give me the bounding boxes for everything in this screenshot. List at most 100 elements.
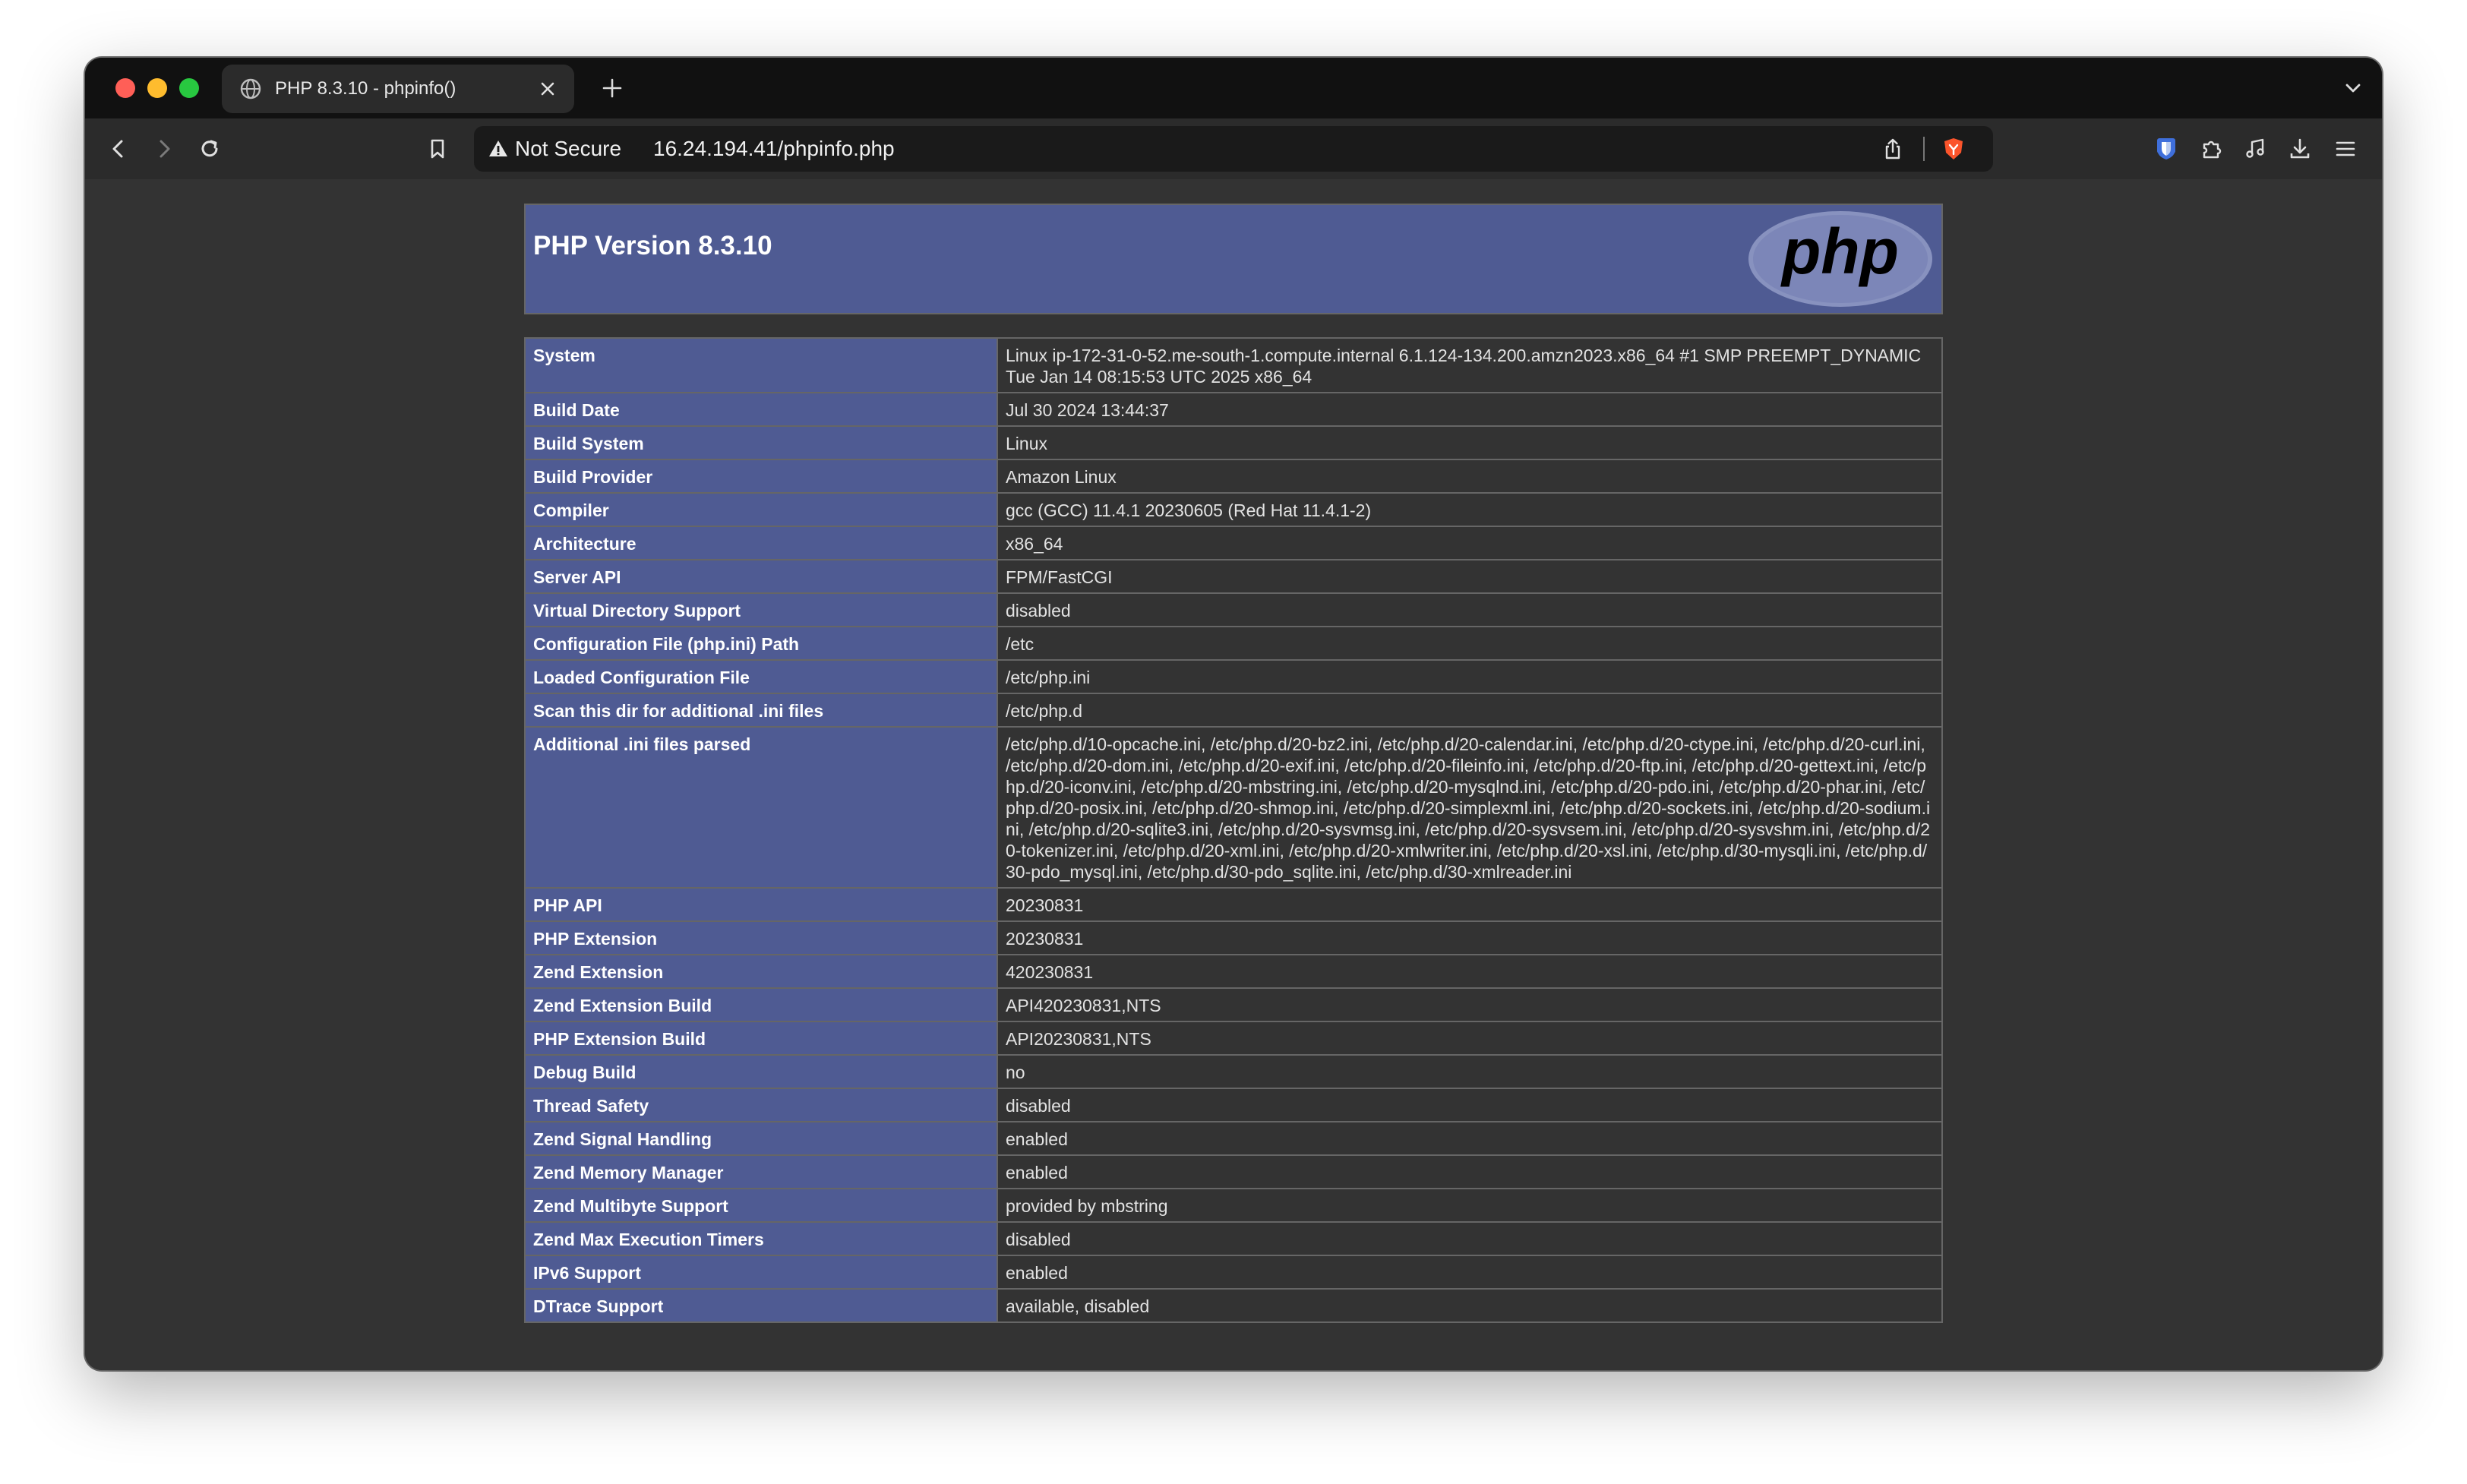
- row-label: Zend Extension Build: [524, 987, 998, 1022]
- row-value: disabled: [997, 1221, 1943, 1256]
- reload-icon[interactable]: [194, 134, 225, 164]
- table-row: PHP API 20230831: [524, 887, 1943, 922]
- row-label: DTrace Support: [524, 1288, 998, 1323]
- table-row: IPv6 Support enabled: [524, 1255, 1943, 1290]
- row-value: Amazon Linux: [997, 459, 1943, 494]
- table-row: Zend Signal Handling enabled: [524, 1121, 1943, 1156]
- row-value: enabled: [997, 1121, 1943, 1156]
- row-value: provided by mbstring: [997, 1188, 1943, 1223]
- row-label: Compiler: [524, 492, 998, 527]
- row-value: FPM/FastCGI: [997, 559, 1943, 594]
- tab-list-chevron-down-icon[interactable]: [2341, 76, 2365, 100]
- row-label: Zend Memory Manager: [524, 1154, 998, 1189]
- page-viewport[interactable]: PHP Version 8.3.10 php System Linux ip-17…: [85, 179, 2382, 1370]
- row-label: Thread Safety: [524, 1088, 998, 1122]
- php-logo-text: php: [1780, 216, 1899, 287]
- row-value: /etc/php.d/10-opcache.ini, /etc/php.d/20…: [997, 726, 1943, 889]
- row-label: Build System: [524, 425, 998, 460]
- table-row: Virtual Directory Support disabled: [524, 592, 1943, 627]
- row-value: 20230831: [997, 920, 1943, 955]
- row-label: Loaded Configuration File: [524, 659, 998, 694]
- row-label: System: [524, 337, 998, 393]
- brave-shields-icon[interactable]: [1940, 135, 1967, 163]
- row-label: PHP API: [524, 887, 998, 922]
- navigation-toolbar: Not Secure 16.24.194.41/phpinfo.php: [85, 118, 2382, 180]
- row-value: API20230831,NTS: [997, 1021, 1943, 1056]
- phpinfo-content: PHP Version 8.3.10 php System Linux ip-17…: [524, 204, 1943, 1323]
- table-row: DTrace Support available, disabled: [524, 1288, 1943, 1323]
- table-row: Zend Multibyte Support provided by mbstri…: [524, 1188, 1943, 1223]
- row-label: Server API: [524, 559, 998, 594]
- row-value: /etc/php.ini: [997, 659, 1943, 694]
- media-music-note-icon[interactable]: [2241, 134, 2271, 164]
- extensions-puzzle-icon[interactable]: [2197, 134, 2227, 164]
- table-row: Configuration File (php.ini) Path/etc: [524, 626, 1943, 661]
- row-label: Build Date: [524, 392, 998, 427]
- table-row: PHP Extension 20230831: [524, 920, 1943, 955]
- php-logo[interactable]: php: [1747, 210, 1934, 308]
- bookmark-icon[interactable]: [422, 134, 453, 164]
- bitwarden-shield-icon[interactable]: [2151, 134, 2181, 164]
- address-bar-divider: [1923, 137, 1925, 161]
- close-tab-icon[interactable]: [538, 79, 558, 99]
- table-row: Debug Build no: [524, 1054, 1943, 1089]
- table-row: Server API FPM/FastCGI: [524, 559, 1943, 594]
- table-row: Zend Max Execution Timers disabled: [524, 1221, 1943, 1256]
- share-icon[interactable]: [1879, 135, 1906, 163]
- address-bar[interactable]: Not Secure 16.24.194.41/phpinfo.php: [474, 126, 1993, 172]
- row-value: /etc/php.d: [997, 693, 1943, 728]
- row-value: 20230831: [997, 887, 1943, 922]
- zoom-window-button[interactable]: [179, 78, 199, 98]
- row-label: Zend Multibyte Support: [524, 1188, 998, 1223]
- back-arrow-icon[interactable]: [103, 134, 134, 164]
- row-label: Debug Build: [524, 1054, 998, 1089]
- close-window-button[interactable]: [115, 78, 135, 98]
- new-tab-plus-icon[interactable]: [599, 74, 626, 102]
- table-row: System Linux ip-172-31-0-52.me-south-1.co…: [524, 337, 1943, 393]
- hamburger-menu-icon[interactable]: [2330, 134, 2361, 164]
- tab-title: PHP 8.3.10 - phpinfo(): [275, 78, 456, 99]
- table-row: Architecture x86_64: [524, 526, 1943, 560]
- php-info-table: System Linux ip-172-31-0-52.me-south-1.co…: [524, 337, 1943, 1323]
- url-text[interactable]: 16.24.194.41/phpinfo.php: [653, 137, 895, 161]
- row-value: x86_64: [997, 526, 1943, 560]
- row-label: IPv6 Support: [524, 1255, 998, 1290]
- page-title: PHP Version 8.3.10: [533, 231, 772, 260]
- row-label: Zend Max Execution Timers: [524, 1221, 998, 1256]
- table-row: Scan this dir for additional .ini files /…: [524, 693, 1943, 728]
- row-value: disabled: [997, 592, 1943, 627]
- row-value: Jul 30 2024 13:44:37: [997, 392, 1943, 427]
- tab-bar: PHP 8.3.10 - phpinfo(): [85, 58, 2382, 118]
- minimize-window-button[interactable]: [147, 78, 167, 98]
- row-label: Zend Extension: [524, 954, 998, 989]
- row-value: /etc: [997, 626, 1943, 661]
- row-label: Scan this dir for additional .ini files: [524, 693, 998, 728]
- table-row: Zend Extension Build API420230831,NTS: [524, 987, 1943, 1022]
- forward-arrow-icon[interactable]: [149, 134, 179, 164]
- table-row: Thread Safety disabled: [524, 1088, 1943, 1122]
- row-value: disabled: [997, 1088, 1943, 1122]
- tab-phpinfo[interactable]: PHP 8.3.10 - phpinfo(): [222, 65, 574, 113]
- table-row: Additional .ini files parsed/etc/php.d/1…: [524, 726, 1943, 889]
- row-value: gcc (GCC) 11.4.1 20230605 (Red Hat 11.4.…: [997, 492, 1943, 527]
- row-label: Configuration File (php.ini) Path: [524, 626, 998, 661]
- table-row: Build Provider Amazon Linux: [524, 459, 1943, 494]
- table-row: PHP Extension Build API20230831,NTS: [524, 1021, 1943, 1056]
- row-label: Virtual Directory Support: [524, 592, 998, 627]
- row-value: 420230831: [997, 954, 1943, 989]
- table-row: Loaded Configuration File/etc/php.ini: [524, 659, 1943, 694]
- table-row: Build System Linux: [524, 425, 1943, 460]
- row-label: PHP Extension Build: [524, 1021, 998, 1056]
- table-row: Compiler gcc (GCC) 11.4.1 20230605 (Red H…: [524, 492, 1943, 527]
- security-status-label[interactable]: Not Secure: [515, 137, 621, 161]
- download-icon[interactable]: [2285, 134, 2315, 164]
- row-label: Build Provider: [524, 459, 998, 494]
- row-label: Additional .ini files parsed: [524, 726, 998, 889]
- row-value: no: [997, 1054, 1943, 1089]
- php-version-header: PHP Version 8.3.10 php: [524, 204, 1943, 314]
- row-value: Linux ip-172-31-0-52.me-south-1.compute.…: [997, 337, 1943, 393]
- globe-icon: [238, 77, 263, 101]
- row-label: Architecture: [524, 526, 998, 560]
- warning-triangle-icon: [488, 138, 509, 159]
- row-value: API420230831,NTS: [997, 987, 1943, 1022]
